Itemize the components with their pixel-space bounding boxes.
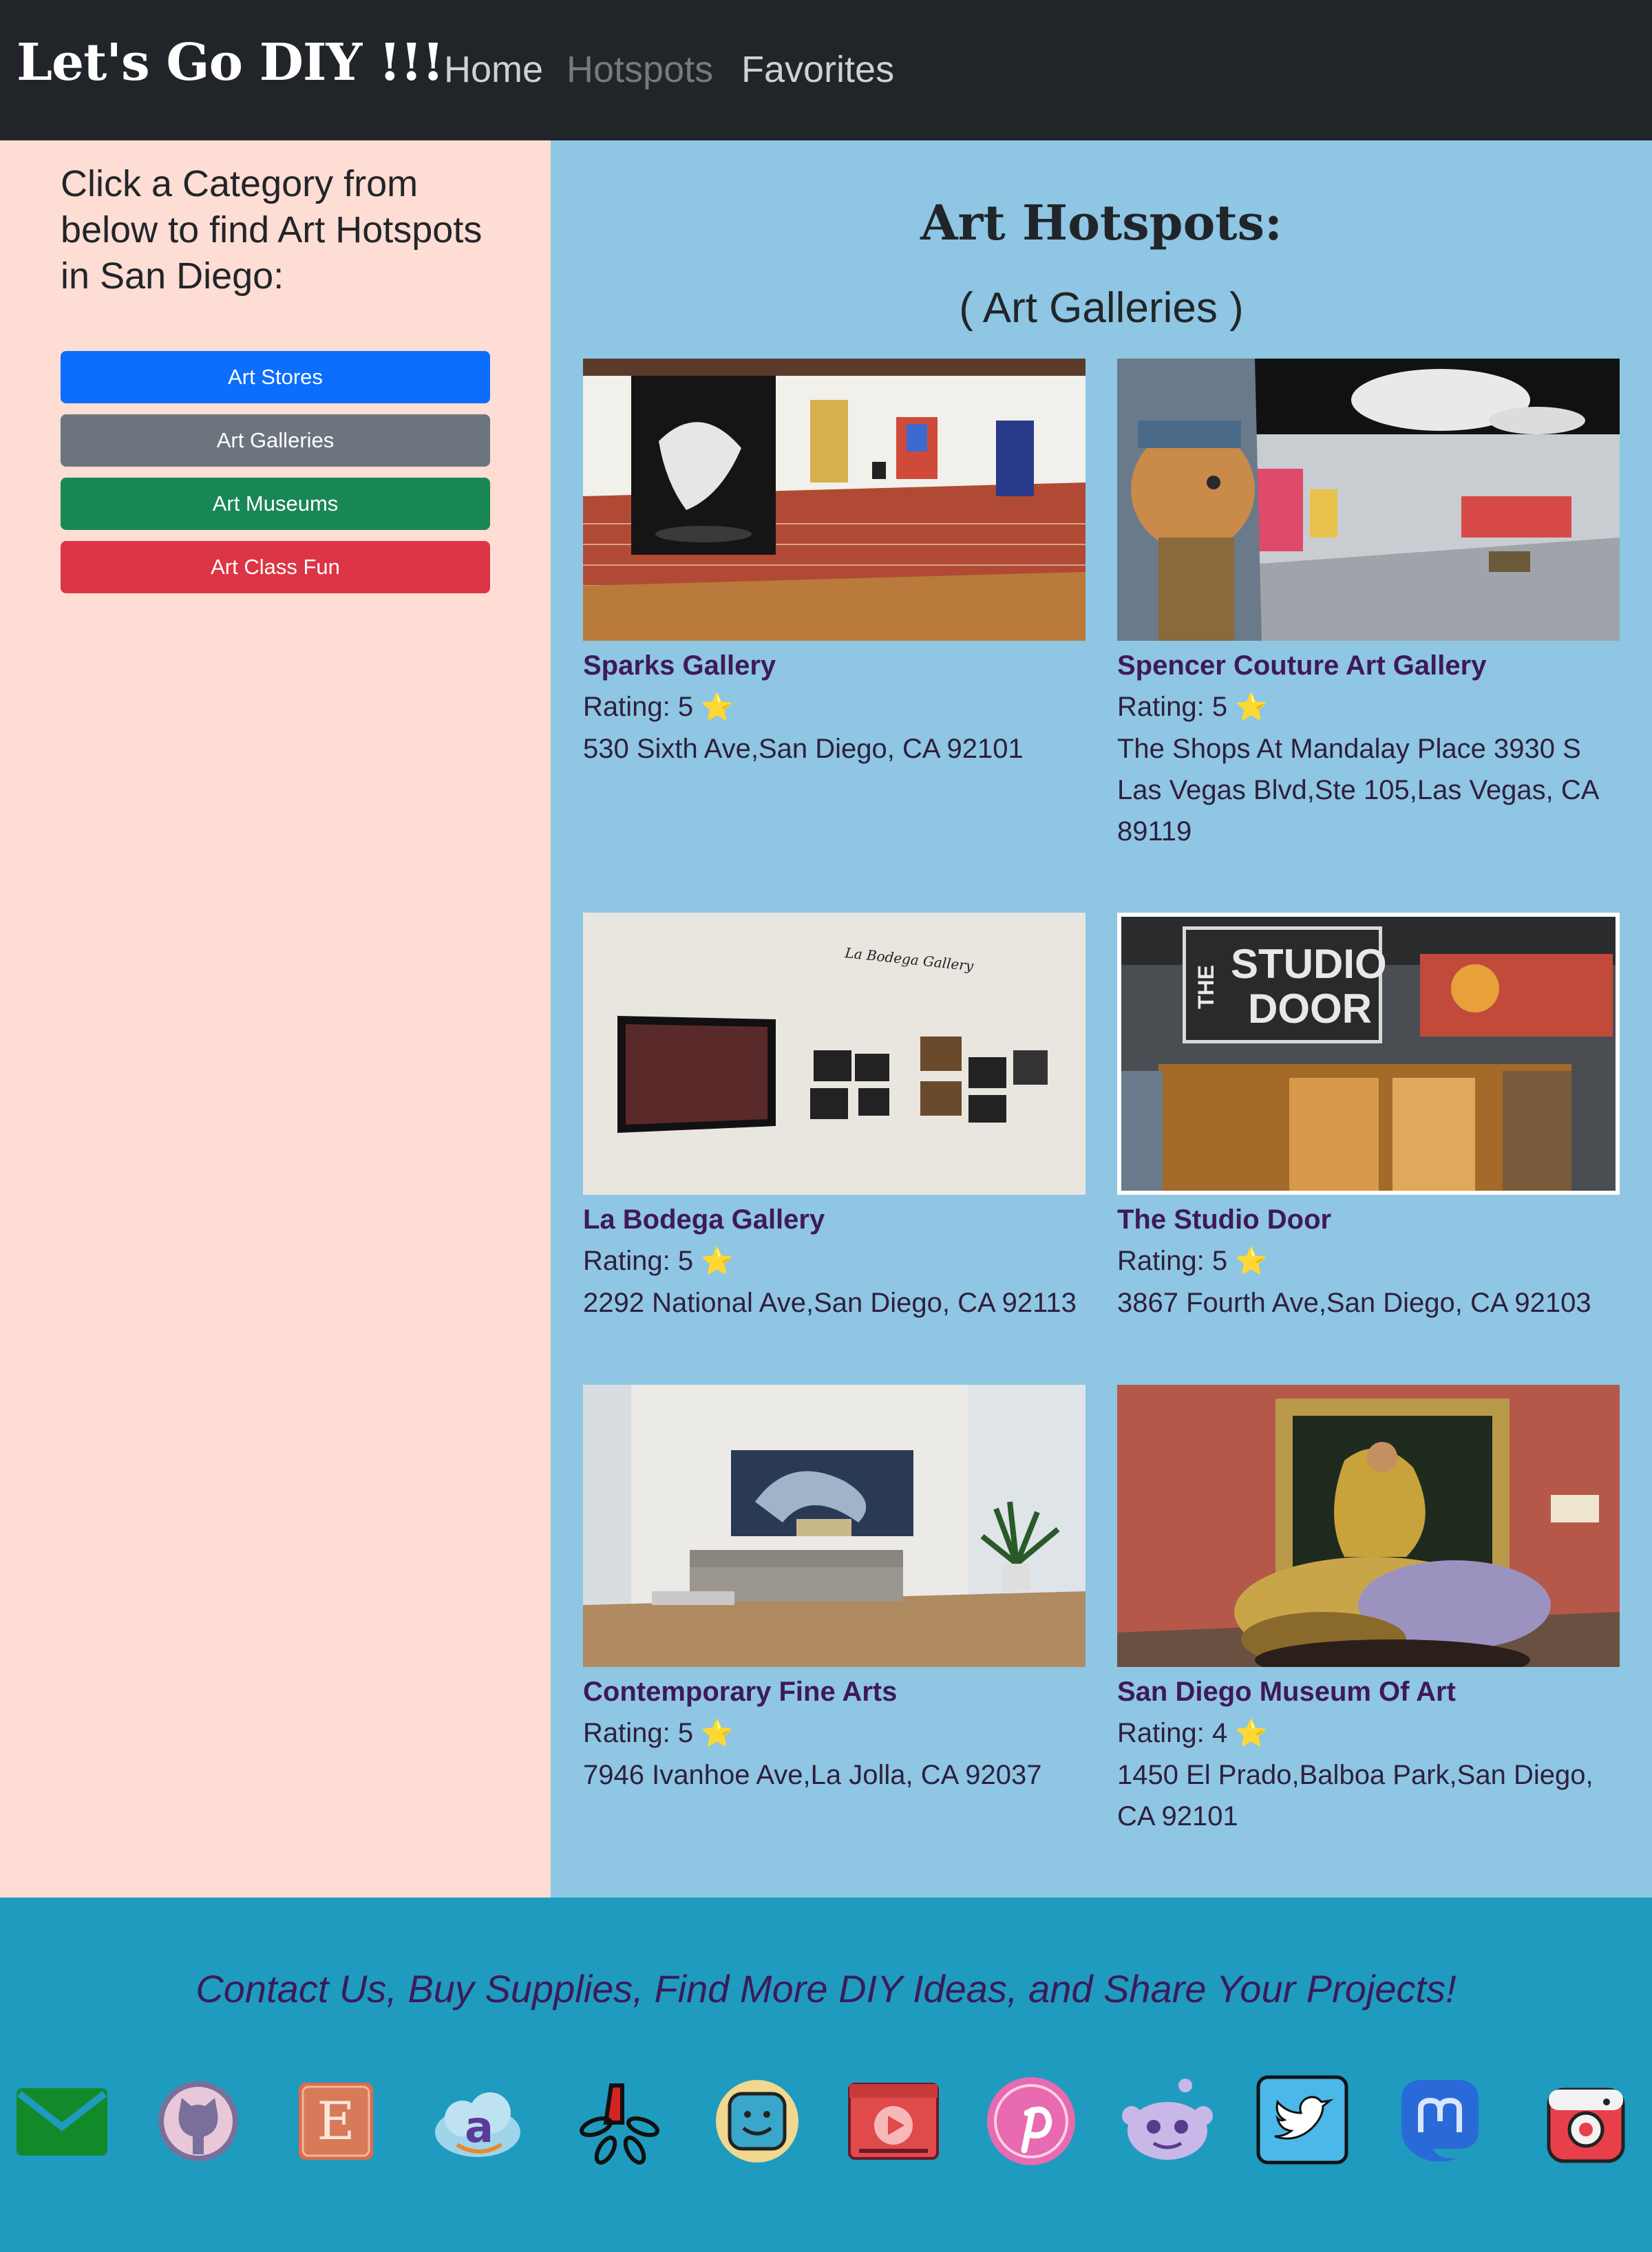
star-icon: ⭐ (701, 1719, 734, 1748)
yelp-icon[interactable] (571, 2073, 668, 2169)
hotspot-name[interactable]: Sparks Gallery (583, 645, 1086, 686)
etsy-icon[interactable]: E (288, 2073, 384, 2169)
hotspot-rating: Rating: 5 ⭐ (583, 1718, 734, 1748)
star-icon: ⭐ (1235, 1247, 1268, 1276)
category-sidebar: Click a Category from below to find Art … (0, 140, 551, 1898)
hotspot-name[interactable]: San Diego Museum Of Art (1117, 1671, 1620, 1712)
hotspot-name[interactable]: The Studio Door (1117, 1199, 1620, 1240)
hotspot-card: THE STUDIO DOOR The Studio Door Rating: … (1117, 913, 1620, 1324)
art-stores-button[interactable]: Art Stores (61, 351, 490, 403)
hotspot-name[interactable]: La Bodega Gallery (583, 1199, 1086, 1240)
waze-icon[interactable] (709, 2073, 805, 2169)
hotspot-card: Contemporary Fine Arts Rating: 5 ⭐ 7946 … (583, 1385, 1086, 1796)
brand-logo[interactable]: Let's Go DIY !!! (17, 33, 445, 92)
pinterest-icon[interactable] (983, 2073, 1079, 2169)
youtube-icon[interactable] (845, 2073, 942, 2169)
mastodon-icon[interactable] (1392, 2073, 1488, 2169)
email-icon[interactable] (14, 2073, 110, 2169)
footer: Contact Us, Buy Supplies, Find More DIY … (0, 1898, 1652, 2252)
footer-tagline: Contact Us, Buy Supplies, Find More DIY … (195, 1967, 1457, 2010)
hotspot-address: 530 Sixth Ave,San Diego, CA 92101 (583, 734, 1024, 764)
svg-text:E: E (317, 2090, 354, 2152)
hotspot-address: 7946 Ivanhoe Ave,La Jolla, CA 92037 (583, 1760, 1042, 1790)
twitter-icon[interactable] (1254, 2073, 1351, 2169)
art-class-fun-button[interactable]: Art Class Fun (61, 541, 490, 593)
hotspot-address: 3867 Fourth Ave,San Diego, CA 92103 (1117, 1288, 1591, 1318)
hotspot-address: 1450 El Prado,Balboa Park,San Diego, CA … (1117, 1760, 1593, 1831)
svg-text:THE: THE (1194, 965, 1218, 1009)
art-galleries-button[interactable]: Art Galleries (61, 414, 490, 467)
star-icon: ⭐ (1235, 693, 1268, 722)
sparks-gallery-photo[interactable] (583, 359, 1086, 641)
spencer-couture-photo[interactable] (1117, 359, 1620, 641)
hotspot-card: San Diego Museum Of Art Rating: 4 ⭐ 1450… (1117, 1385, 1620, 1837)
instagram-icon[interactable] (1539, 2073, 1635, 2169)
san-diego-museum-of-art-photo[interactable] (1117, 1385, 1620, 1667)
svg-text:STUDIO: STUDIO (1231, 941, 1387, 987)
amazon-icon[interactable]: a (430, 2073, 526, 2169)
svg-text:DOOR: DOOR (1248, 986, 1372, 1032)
github-icon[interactable] (150, 2073, 246, 2169)
la-bodega-gallery-photo[interactable]: La Bodega Gallery (583, 913, 1086, 1195)
studio-door-photo[interactable]: THE STUDIO DOOR (1117, 913, 1620, 1195)
art-museums-button[interactable]: Art Museums (61, 478, 490, 530)
navbar: Let's Go DIY !!! Home Hotspots Favorites (0, 0, 1652, 140)
nav-link-favorites[interactable]: Favorites (741, 48, 894, 91)
hotspot-card: Sparks Gallery Rating: 5 ⭐ 530 Sixth Ave… (583, 359, 1086, 769)
nav-link-home[interactable]: Home (444, 48, 543, 91)
hotspot-address: 2292 National Ave,San Diego, CA 92113 (583, 1288, 1077, 1318)
svg-text:a: a (465, 2102, 494, 2152)
star-icon: ⭐ (701, 693, 734, 722)
contemporary-fine-arts-photo[interactable] (583, 1385, 1086, 1667)
hotspot-card: La Bodega Gallery La Bodega Gallery Rati… (583, 913, 1086, 1324)
page-title: Art Hotspots: (920, 194, 1282, 251)
hotspot-address: The Shops At Mandalay Place 3930 S Las V… (1117, 734, 1598, 847)
star-icon: ⭐ (701, 1247, 734, 1276)
hotspot-rating: Rating: 5 ⭐ (1117, 692, 1268, 722)
hotspot-name[interactable]: Contemporary Fine Arts (583, 1671, 1086, 1712)
sidebar-heading: Click a Category from below to find Art … (61, 163, 483, 297)
hotspots-main: Art Hotspots: ( Art Galleries ) Sparks G… (551, 140, 1652, 1898)
category-subtitle: ( Art Galleries ) (959, 284, 1244, 332)
reddit-icon[interactable] (1119, 2073, 1216, 2169)
hotspot-rating: Rating: 4 ⭐ (1117, 1718, 1268, 1748)
hotspot-rating: Rating: 5 ⭐ (583, 1246, 734, 1276)
hotspot-rating: Rating: 5 ⭐ (583, 692, 734, 722)
nav-link-hotspots[interactable]: Hotspots (566, 48, 713, 91)
hotspot-name[interactable]: Spencer Couture Art Gallery (1117, 645, 1620, 686)
star-icon: ⭐ (1235, 1719, 1268, 1748)
hotspot-card: Spencer Couture Art Gallery Rating: 5 ⭐ … (1117, 359, 1620, 852)
hotspot-rating: Rating: 5 ⭐ (1117, 1246, 1268, 1276)
